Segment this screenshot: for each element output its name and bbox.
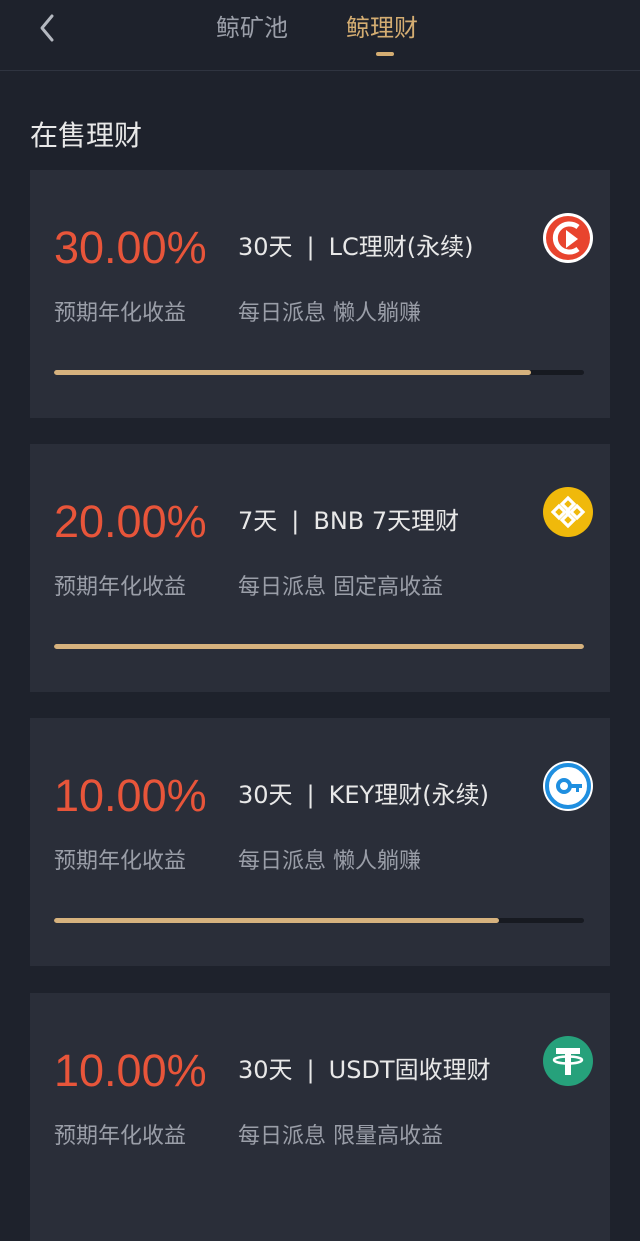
progress-fill	[54, 644, 584, 649]
product-title: 7天 | BNB 7天理财	[238, 504, 459, 538]
sales-progress-bar	[54, 370, 584, 375]
product-card-lc[interactable]: 30.00% 30天 | LC理财(永续) 预期年化收益 每日派息 懒人躺赚	[30, 170, 610, 418]
product-term: 7天	[238, 507, 278, 535]
progress-fill	[54, 918, 500, 923]
top-nav-bar: 鲸矿池 鲸理财	[0, 0, 640, 71]
tab-whale-mining-pool[interactable]: 鲸矿池	[216, 12, 288, 44]
tab-whale-finance[interactable]: 鲸理财	[346, 12, 418, 44]
annual-rate: 30.00%	[54, 222, 207, 273]
bnb-coin-icon	[542, 486, 594, 538]
rate-label: 预期年化收益	[54, 1124, 187, 1149]
product-description: 每日派息 懒人躺赚	[238, 849, 421, 874]
product-name: BNB 7天理财	[313, 507, 460, 535]
product-description: 每日派息 懒人躺赚	[238, 301, 421, 326]
separator: |	[306, 233, 315, 261]
sales-progress-bar	[54, 918, 584, 923]
progress-fill	[54, 370, 531, 375]
product-name: KEY理财(永续)	[328, 781, 489, 809]
rate-label: 预期年化收益	[54, 575, 187, 600]
separator: |	[291, 507, 300, 535]
lc-coin-icon	[542, 212, 594, 264]
product-term: 30天	[238, 1056, 293, 1084]
active-tab-indicator	[376, 52, 394, 56]
sales-progress-bar	[54, 644, 584, 649]
product-card-bnb[interactable]: 20.00% 7天 | BNB 7天理财 预期年化收益 每日派息 固定高收益	[30, 444, 610, 692]
key-coin-icon	[542, 760, 594, 812]
product-title: 30天 | USDT固收理财	[238, 1053, 491, 1087]
rate-label: 预期年化收益	[54, 301, 187, 326]
rate-label: 预期年化收益	[54, 849, 187, 874]
product-term: 30天	[238, 781, 293, 809]
separator: |	[306, 781, 315, 809]
product-term: 30天	[238, 233, 293, 261]
back-button[interactable]	[34, 10, 64, 46]
product-description: 每日派息 固定高收益	[238, 575, 443, 600]
product-card-key[interactable]: 10.00% 30天 | KEY理财(永续) 预期年化收益 每日派息 懒人躺赚	[30, 718, 610, 966]
product-title: 30天 | LC理财(永续)	[238, 230, 474, 264]
chevron-left-icon	[40, 14, 54, 42]
product-description: 每日派息 限量高收益	[238, 1124, 443, 1149]
product-name: USDT固收理财	[328, 1056, 491, 1084]
product-card-usdt[interactable]: 10.00% 30天 | USDT固收理财 预期年化收益 每日派息 限量高收益	[30, 993, 610, 1241]
usdt-coin-icon	[542, 1035, 594, 1087]
separator: |	[306, 1056, 315, 1084]
annual-rate: 10.00%	[54, 1045, 207, 1096]
product-name: LC理财(永续)	[328, 233, 474, 261]
section-title: 在售理财	[30, 119, 143, 152]
annual-rate: 20.00%	[54, 496, 207, 547]
annual-rate: 10.00%	[54, 770, 207, 821]
product-title: 30天 | KEY理财(永续)	[238, 778, 489, 812]
